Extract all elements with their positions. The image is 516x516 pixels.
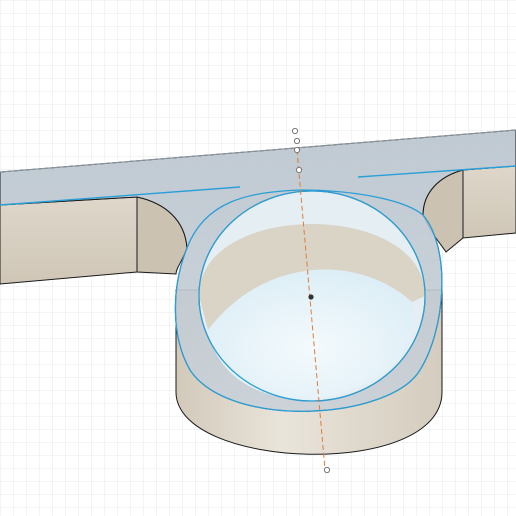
axis-handle-top-1[interactable] [291,127,299,135]
right-arm-front-face[interactable] [462,165,516,239]
axis-handle-bottom[interactable] [323,466,331,474]
axis-handle-top-4[interactable] [295,166,303,174]
axis-handle-top-3[interactable] [293,146,301,154]
left-arm-front-face[interactable] [0,196,138,285]
axis-handle-top-2[interactable] [293,137,301,145]
center-point[interactable] [308,294,314,300]
design-viewport[interactable] [0,0,516,516]
viewport-canvas[interactable] [0,0,516,516]
